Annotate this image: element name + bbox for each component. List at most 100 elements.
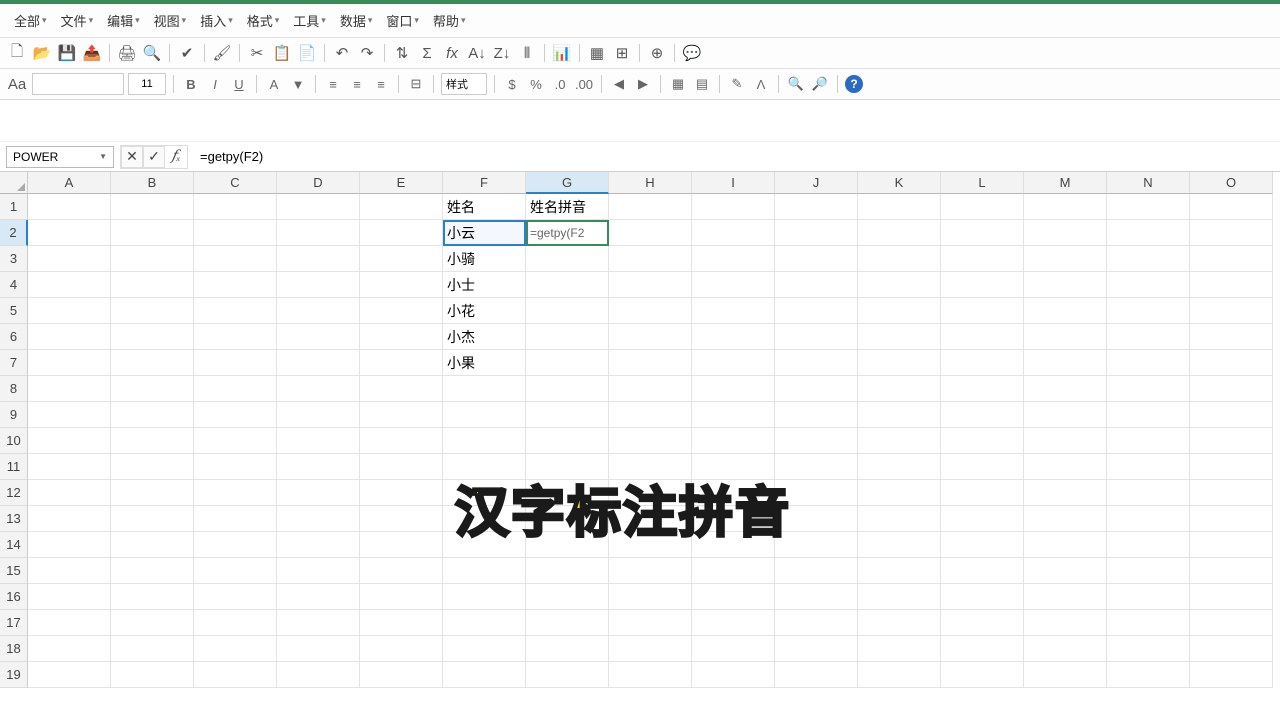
- cell-F12[interactable]: [443, 480, 526, 506]
- cell-K2[interactable]: [858, 220, 941, 246]
- cell-K18[interactable]: [858, 636, 941, 662]
- cell-O3[interactable]: [1190, 246, 1273, 272]
- cell-J14[interactable]: [775, 532, 858, 558]
- cell-H2[interactable]: [609, 220, 692, 246]
- cell-C14[interactable]: [194, 532, 277, 558]
- row-header-2[interactable]: 2: [0, 220, 28, 246]
- cell-M2[interactable]: [1024, 220, 1107, 246]
- cell-G15[interactable]: [526, 558, 609, 584]
- cell-O18[interactable]: [1190, 636, 1273, 662]
- cell-J10[interactable]: [775, 428, 858, 454]
- cell-N15[interactable]: [1107, 558, 1190, 584]
- image-icon[interactable]: ⊞: [611, 42, 633, 64]
- cell-A9[interactable]: [28, 402, 111, 428]
- cell-E5[interactable]: [360, 298, 443, 324]
- cell-M3[interactable]: [1024, 246, 1107, 272]
- col-header-M[interactable]: M: [1024, 172, 1107, 194]
- cell-M1[interactable]: [1024, 194, 1107, 220]
- cell-K1[interactable]: [858, 194, 941, 220]
- zoom-icon[interactable]: 🔎: [810, 74, 830, 94]
- row-header-13[interactable]: 13: [0, 506, 28, 532]
- cell-F6[interactable]: 小杰: [443, 324, 526, 350]
- cell-B1[interactable]: [111, 194, 194, 220]
- cell-O1[interactable]: [1190, 194, 1273, 220]
- cell-C17[interactable]: [194, 610, 277, 636]
- cell-J1[interactable]: [775, 194, 858, 220]
- col-header-D[interactable]: D: [277, 172, 360, 194]
- cell-A14[interactable]: [28, 532, 111, 558]
- row-header-12[interactable]: 12: [0, 480, 28, 506]
- indent-dec-icon[interactable]: ◀: [609, 74, 629, 94]
- cell-F8[interactable]: [443, 376, 526, 402]
- cell-B6[interactable]: [111, 324, 194, 350]
- italic-button[interactable]: I: [205, 74, 225, 94]
- cell-D15[interactable]: [277, 558, 360, 584]
- cell-K16[interactable]: [858, 584, 941, 610]
- cell-J9[interactable]: [775, 402, 858, 428]
- cell-F13[interactable]: [443, 506, 526, 532]
- cell-I2[interactable]: [692, 220, 775, 246]
- cell-D18[interactable]: [277, 636, 360, 662]
- cell-K14[interactable]: [858, 532, 941, 558]
- cell-E10[interactable]: [360, 428, 443, 454]
- cell-O12[interactable]: [1190, 480, 1273, 506]
- cell-G5[interactable]: [526, 298, 609, 324]
- cell-H4[interactable]: [609, 272, 692, 298]
- cell-I8[interactable]: [692, 376, 775, 402]
- cell-D19[interactable]: [277, 662, 360, 688]
- cell-I1[interactable]: [692, 194, 775, 220]
- cell-I5[interactable]: [692, 298, 775, 324]
- cell-A13[interactable]: [28, 506, 111, 532]
- font-color-icon[interactable]: A: [264, 74, 284, 94]
- formula-input[interactable]: [194, 146, 1274, 168]
- cell-I7[interactable]: [692, 350, 775, 376]
- cell-E12[interactable]: [360, 480, 443, 506]
- cell-L7[interactable]: [941, 350, 1024, 376]
- cell-C13[interactable]: [194, 506, 277, 532]
- row-header-16[interactable]: 16: [0, 584, 28, 610]
- cell-N10[interactable]: [1107, 428, 1190, 454]
- cell-H16[interactable]: [609, 584, 692, 610]
- cell-E17[interactable]: [360, 610, 443, 636]
- open-icon[interactable]: 📂: [31, 42, 53, 64]
- formula-cancel-button[interactable]: ✕: [121, 146, 143, 168]
- cell-G8[interactable]: [526, 376, 609, 402]
- cell-J8[interactable]: [775, 376, 858, 402]
- cell-B7[interactable]: [111, 350, 194, 376]
- cell-L10[interactable]: [941, 428, 1024, 454]
- cell-L9[interactable]: [941, 402, 1024, 428]
- cell-G18[interactable]: [526, 636, 609, 662]
- cell-J2[interactable]: [775, 220, 858, 246]
- col-header-B[interactable]: B: [111, 172, 194, 194]
- cell-O10[interactable]: [1190, 428, 1273, 454]
- cell-I4[interactable]: [692, 272, 775, 298]
- cell-H7[interactable]: [609, 350, 692, 376]
- cell-M11[interactable]: [1024, 454, 1107, 480]
- cell-H19[interactable]: [609, 662, 692, 688]
- cell-G4[interactable]: [526, 272, 609, 298]
- cell-D17[interactable]: [277, 610, 360, 636]
- cell-B10[interactable]: [111, 428, 194, 454]
- row-header-11[interactable]: 11: [0, 454, 28, 480]
- cell-O6[interactable]: [1190, 324, 1273, 350]
- cell-C3[interactable]: [194, 246, 277, 272]
- cell-C18[interactable]: [194, 636, 277, 662]
- cell-L17[interactable]: [941, 610, 1024, 636]
- cell-L3[interactable]: [941, 246, 1024, 272]
- cell-K6[interactable]: [858, 324, 941, 350]
- font-name-select[interactable]: [32, 73, 124, 95]
- cell-G12[interactable]: [526, 480, 609, 506]
- fill-color-icon[interactable]: ▼: [288, 74, 308, 94]
- cell-F14[interactable]: [443, 532, 526, 558]
- cell-J6[interactable]: [775, 324, 858, 350]
- cell-J17[interactable]: [775, 610, 858, 636]
- filter-icon[interactable]: ⫴: [516, 42, 538, 64]
- cell-D8[interactable]: [277, 376, 360, 402]
- cell-A1[interactable]: [28, 194, 111, 220]
- cell-C1[interactable]: [194, 194, 277, 220]
- cell-E3[interactable]: [360, 246, 443, 272]
- indent-inc-icon[interactable]: ▶: [633, 74, 653, 94]
- sum-icon[interactable]: Σ: [416, 42, 438, 64]
- cell-G10[interactable]: [526, 428, 609, 454]
- font-size-select[interactable]: [128, 73, 166, 95]
